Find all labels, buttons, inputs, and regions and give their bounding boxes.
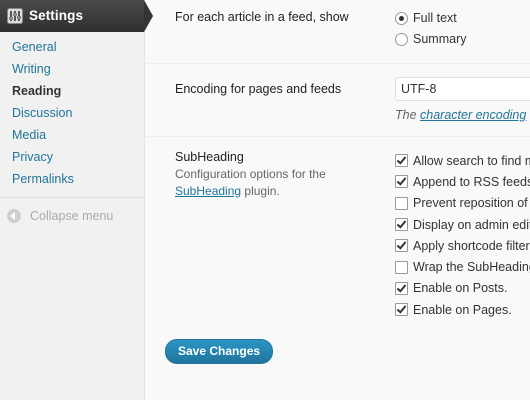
option-label: Enable on Pages. (413, 302, 512, 317)
encoding-input[interactable] (395, 77, 530, 101)
subheading-label: SubHeading (175, 150, 244, 164)
option-label: Prevent reposition of i (413, 196, 530, 211)
settings-menu-header[interactable]: Settings (0, 0, 153, 32)
subheading-options: Allow search to find m Append to RSS fee… (395, 150, 530, 320)
subheading-option[interactable]: Enable on Pages. (395, 299, 530, 320)
subheading-desc-suffix: plugin. (241, 184, 280, 198)
subheading-option[interactable]: Apply shortcode filters (395, 235, 530, 256)
character-encoding-link[interactable]: character encoding (420, 108, 526, 122)
sidebar-item-permalinks[interactable]: Permalinks (0, 168, 144, 190)
row-separator (145, 63, 530, 64)
collapse-arrow-icon (7, 209, 21, 223)
admin-sidebar: Settings General Writing Reading Discuss… (0, 0, 153, 400)
sidebar-item-media[interactable]: Media (0, 124, 144, 146)
option-checkbox[interactable] (395, 260, 408, 274)
subheading-option[interactable]: Enable on Posts. (395, 278, 530, 299)
subheading-option[interactable]: Append to RSS feeds. (395, 171, 530, 192)
option-checkbox[interactable] (395, 281, 408, 295)
sidebar-item-discussion[interactable]: Discussion (0, 102, 144, 124)
option-checkbox[interactable] (395, 154, 408, 168)
option-checkbox[interactable] (395, 218, 408, 232)
option-checkbox[interactable] (395, 175, 408, 189)
subheading-desc-text: Configuration options for the (175, 167, 326, 181)
option-label: Enable on Posts. (413, 281, 508, 296)
row-separator (145, 136, 530, 137)
full-text-radio[interactable] (395, 11, 408, 25)
encoding-desc-suffix: o (526, 108, 530, 122)
settings-icon (7, 8, 23, 24)
collapse-menu-button[interactable]: Collapse menu (0, 198, 144, 234)
sidebar-item-privacy[interactable]: Privacy (0, 146, 144, 168)
option-checkbox[interactable] (395, 196, 408, 210)
option-label: Allow search to find m (413, 153, 530, 168)
option-label: Wrap the SubHeading (413, 260, 530, 275)
option-label: Display on admin edit (413, 217, 530, 232)
subheading-plugin-link[interactable]: SubHeading (175, 184, 241, 198)
subheading-option[interactable]: Prevent reposition of i (395, 193, 530, 214)
encoding-desc-prefix: The (395, 108, 421, 122)
subheading-option[interactable]: Wrap the SubHeading (395, 256, 530, 277)
summary-radio[interactable] (395, 32, 408, 46)
sidebar-item-reading[interactable]: Reading (0, 80, 144, 102)
encoding-label: Encoding for pages and feeds (175, 82, 342, 96)
radio-option-full-text[interactable]: Full text (395, 11, 457, 25)
option-label: Append to RSS feeds. (413, 174, 530, 189)
reading-settings-form: For each article in a feed, show Full te… (145, 0, 530, 400)
settings-submenu: General Writing Reading Discussion Media… (0, 32, 144, 195)
summary-label: Summary (413, 32, 467, 46)
subheading-option[interactable]: Allow search to find m (395, 150, 530, 171)
sidebar-item-writing[interactable]: Writing (0, 58, 144, 80)
full-text-label: Full text (413, 11, 457, 25)
encoding-description: The character encoding o (395, 108, 530, 122)
subheading-option[interactable]: Display on admin edit (395, 214, 530, 235)
option-label: Apply shortcode filters (413, 238, 530, 253)
settings-menu-title: Settings (29, 8, 84, 23)
sidebar-item-general[interactable]: General (0, 36, 144, 58)
save-changes-button[interactable]: Save Changes (165, 339, 274, 364)
option-checkbox[interactable] (395, 303, 408, 317)
collapse-menu-label: Collapse menu (30, 209, 114, 223)
option-checkbox[interactable] (395, 239, 408, 253)
radio-option-summary[interactable]: Summary (395, 32, 466, 46)
feed-option-label: For each article in a feed, show (175, 10, 349, 24)
subheading-description: Configuration options for the SubHeading… (175, 166, 355, 200)
